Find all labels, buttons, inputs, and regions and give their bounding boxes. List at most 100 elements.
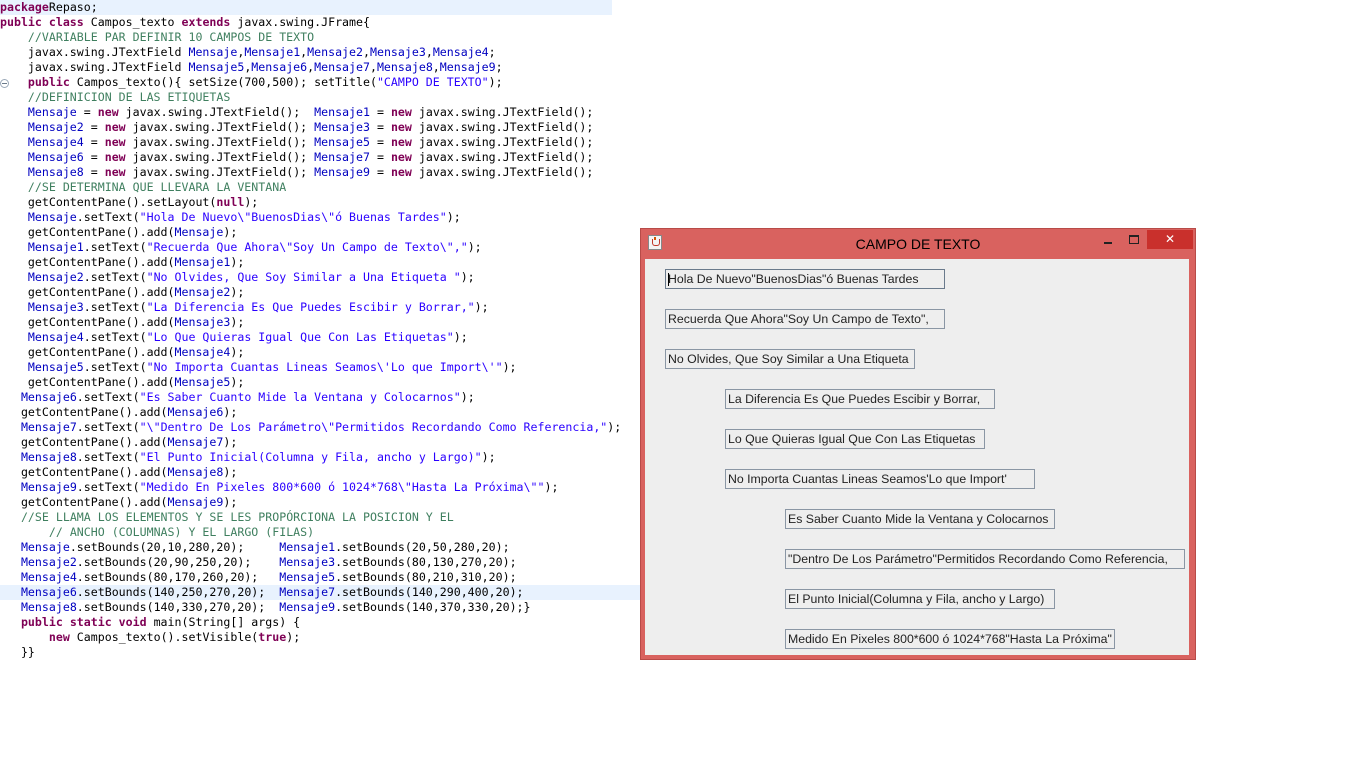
- code-token: );: [244, 195, 259, 209]
- code-line[interactable]: Mensaje3.setText("La Diferencia Es Que P…: [0, 300, 640, 315]
- code-line[interactable]: getContentPane().setLayout(null);: [0, 195, 640, 210]
- code-token: new: [104, 135, 126, 149]
- code-line[interactable]: Mensaje6 = new javax.swing.JTextField();…: [0, 150, 640, 165]
- text-field-mensaje4[interactable]: Lo Que Quieras Igual Que Con Las Etiquet…: [725, 429, 985, 449]
- code-token: .setText(: [76, 210, 140, 224]
- code-line[interactable]: Mensaje4.setText("Lo Que Quieras Igual Q…: [0, 330, 640, 345]
- code-line[interactable]: getContentPane().add(Mensaje2);: [0, 285, 640, 300]
- code-token: Mensaje5: [314, 135, 370, 149]
- code-token: Mensaje3: [27, 300, 84, 314]
- text-field-mensaje5[interactable]: No Importa Cuantas Lineas Seamos'Lo que …: [725, 469, 1035, 489]
- code-token: // ANCHO (COLUMNAS) Y EL LARGO (FILAS): [48, 525, 315, 539]
- code-line[interactable]: Mensaje9.setText("Medido En Pixeles 800*…: [0, 480, 640, 495]
- text-field-mensaje3[interactable]: La Diferencia Es Que Puedes Escibir y Bo…: [725, 389, 995, 409]
- code-line[interactable]: Mensaje4 = new javax.swing.JTextField();…: [0, 135, 640, 150]
- code-editor[interactable]: packageRepaso; public class Campos_texto …: [0, 0, 640, 783]
- code-line[interactable]: getContentPane().add(Mensaje6);: [0, 405, 640, 420]
- code-token: javax.swing.JFrame{: [230, 15, 370, 29]
- code-token: Mensaje6: [20, 585, 77, 599]
- code-line[interactable]: getContentPane().add(Mensaje);: [0, 225, 640, 240]
- code-token: .setBounds(20,10,280,20);: [69, 540, 280, 554]
- code-token: .setText(: [76, 420, 140, 434]
- code-line[interactable]: //SE DETERMINA QUE LLEVARA LA VENTANA: [0, 180, 640, 195]
- code-line[interactable]: // ANCHO (COLUMNAS) Y EL LARGO (FILAS): [0, 525, 640, 540]
- code-line[interactable]: getContentPane().add(Mensaje1);: [0, 255, 640, 270]
- code-token: Mensaje9: [279, 600, 336, 614]
- code-token: Mensaje4: [174, 345, 231, 359]
- code-token: Mensaje4: [432, 45, 489, 59]
- text-field-mensaje6[interactable]: Es Saber Cuanto Mide la Ventana y Coloca…: [785, 509, 1055, 529]
- code-line[interactable]: //DEFINICION DE LAS ETIQUETAS: [0, 90, 640, 105]
- code-token: Mensaje3: [174, 315, 231, 329]
- code-token: "\"Dentro De Los Parámetro\"Permitidos R…: [139, 420, 608, 434]
- code-token: new: [390, 120, 412, 134]
- code-token: Mensaje1: [314, 105, 370, 119]
- code-line[interactable]: getContentPane().add(Mensaje7);: [0, 435, 640, 450]
- code-line[interactable]: public class Campos_texto extends javax.…: [0, 15, 640, 30]
- code-line[interactable]: Mensaje = new javax.swing.JTextField(); …: [0, 105, 640, 120]
- code-line[interactable]: Mensaje.setBounds(20,10,280,20); Mensaje…: [0, 540, 640, 555]
- code-line[interactable]: getContentPane().add(Mensaje9);: [0, 495, 640, 510]
- code-line[interactable]: public Campos_texto(){ setSize(700,500);…: [0, 75, 640, 90]
- code-line[interactable]: Mensaje6.setText("Es Saber Cuanto Mide l…: [0, 390, 640, 405]
- text-field-mensaje1[interactable]: Recuerda Que Ahora"Soy Un Campo de Texto…: [665, 309, 945, 329]
- code-line[interactable]: javax.swing.JTextField Mensaje, Mensaje1,…: [0, 45, 640, 60]
- code-line[interactable]: Mensaje2.setText("No Olvides, Que Soy Si…: [0, 270, 640, 285]
- code-token: );: [544, 480, 559, 494]
- code-line[interactable]: Mensaje6.setBounds(140,250,270,20); Mens…: [0, 585, 640, 600]
- code-line[interactable]: public static void main(String[] args) {: [0, 615, 640, 630]
- code-line[interactable]: Mensaje2 = new javax.swing.JTextField();…: [0, 120, 640, 135]
- code-line[interactable]: new Campos_texto().setVisible(true);: [0, 630, 640, 645]
- text-field-mensaje8[interactable]: El Punto Inicial(Columna y Fila, ancho y…: [785, 589, 1055, 609]
- code-token: Mensaje7: [314, 150, 370, 164]
- code-token: getContentPane().add(: [0, 495, 168, 509]
- code-line[interactable]: Mensaje8.setText("El Punto Inicial(Colum…: [0, 450, 640, 465]
- code-line[interactable]: getContentPane().add(Mensaje5);: [0, 375, 640, 390]
- minimize-button[interactable]: [1095, 230, 1121, 250]
- text-field-mensaje7[interactable]: "Dentro De Los Parámetro"Permitidos Reco…: [785, 549, 1185, 569]
- code-line[interactable]: Mensaje.setText("Hola De Nuevo\"BuenosDi…: [0, 210, 640, 225]
- code-line[interactable]: Mensaje8.setBounds(140,330,270,20); Mens…: [0, 600, 640, 615]
- code-token: getContentPane().add(: [0, 375, 175, 389]
- window-titlebar[interactable]: CAMPO DE TEXTO ✕: [641, 229, 1195, 259]
- code-token: true: [258, 630, 287, 644]
- code-line[interactable]: getContentPane().add(Mensaje8);: [0, 465, 640, 480]
- code-line[interactable]: packageRepaso;: [0, 0, 612, 15]
- code-line[interactable]: Mensaje5.setText("No Importa Cuantas Lin…: [0, 360, 640, 375]
- code-token: Mensaje5: [27, 360, 84, 374]
- code-line[interactable]: Mensaje1.setText("Recuerda Que Ahora\"So…: [0, 240, 640, 255]
- code-line[interactable]: Mensaje8 = new javax.swing.JTextField();…: [0, 165, 640, 180]
- text-field-mensaje2[interactable]: No Olvides, Que Soy Similar a Una Etique…: [665, 349, 915, 369]
- code-token: Mensaje: [27, 210, 77, 224]
- code-line[interactable]: javax.swing.JTextField Mensaje5, Mensaje6…: [0, 60, 640, 75]
- code-line[interactable]: //VARIABLE PAR DEFINIR 10 CAMPOS DE TEXT…: [0, 30, 640, 45]
- maximize-button[interactable]: [1121, 230, 1147, 250]
- code-line[interactable]: //SE LLAMA LOS ELEMENTOS Y SE LES PROPÓR…: [0, 510, 640, 525]
- code-token: javax.swing.JTextField();: [125, 150, 315, 164]
- code-token: );: [446, 210, 461, 224]
- code-line[interactable]: }}: [0, 645, 640, 660]
- code-line[interactable]: getContentPane().add(Mensaje3);: [0, 315, 640, 330]
- code-line[interactable]: Mensaje4.setBounds(80,170,260,20); Mensa…: [0, 570, 640, 585]
- code-token: Mensaje6: [167, 405, 224, 419]
- code-line[interactable]: getContentPane().add(Mensaje4);: [0, 345, 640, 360]
- code-token: extends: [181, 15, 231, 29]
- code-token: =: [76, 105, 98, 119]
- text-field-mensaje[interactable]: Hola De Nuevo"BuenosDias"ó Buenas Tardes: [665, 269, 945, 289]
- close-button[interactable]: ✕: [1147, 230, 1193, 249]
- code-token: ,: [425, 45, 433, 59]
- code-line[interactable]: Mensaje7.setText("\"Dentro De Los Paráme…: [0, 420, 640, 435]
- content-pane: Hola De Nuevo"BuenosDias"ó Buenas Tardes…: [645, 259, 1189, 655]
- code-line[interactable]: Mensaje2.setBounds(20,90,250,20); Mensaj…: [0, 555, 640, 570]
- code-token: //VARIABLE PAR DEFINIR 10 CAMPOS DE TEXT…: [27, 30, 315, 44]
- text-field-mensaje9[interactable]: Medido En Pixeles 800*600 ó 1024*768"Has…: [785, 629, 1115, 649]
- code-token: "La Diferencia Es Que Puedes Escibir y B…: [146, 300, 475, 314]
- code-token: "CAMPO DE TEXTO": [376, 75, 489, 89]
- code-token: public: [27, 75, 70, 89]
